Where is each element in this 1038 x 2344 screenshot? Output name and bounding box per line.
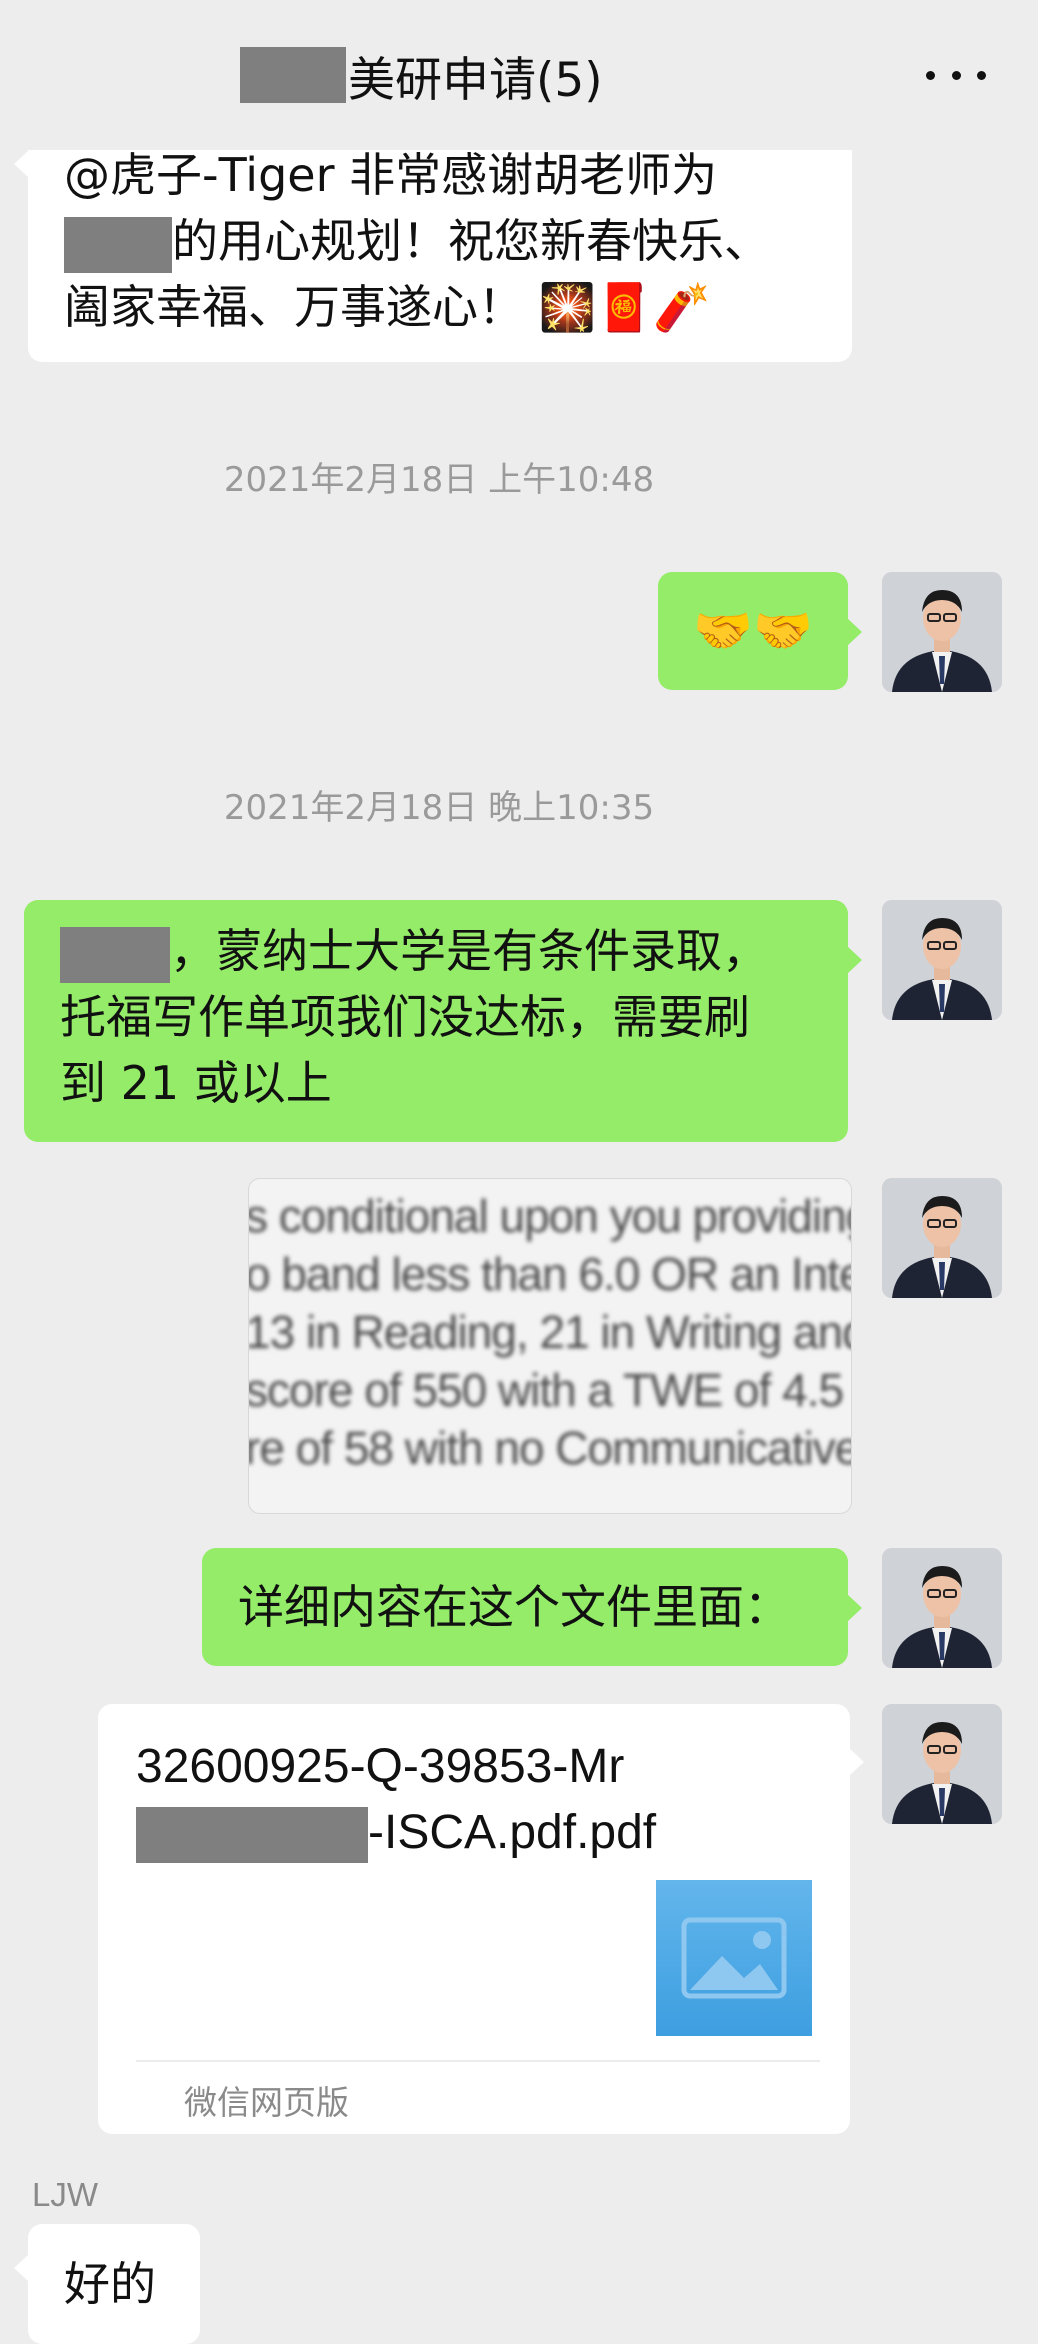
chat-title: 美研申请(5) xyxy=(240,44,603,108)
image-message[interactable]: s conditional upon you providing o band … xyxy=(248,1178,852,1514)
message-text-line: 托福写作单项我们没达标，需要刷 xyxy=(60,990,750,1044)
chat-header: 美研申请(5) xyxy=(0,0,1038,150)
festive-emoji: 🎇🧧🧨 xyxy=(538,280,711,334)
message-bubble-incoming[interactable]: @虎子-Tiger 非常感谢胡老师为 的用心规划！祝您新春快乐、 阖家幸福、万事… xyxy=(14,120,852,362)
message-text: 好的 xyxy=(64,2257,156,2311)
message-bubble-incoming[interactable]: 好的 xyxy=(14,2224,200,2344)
file-source-label: 微信网页版 xyxy=(184,2083,349,2122)
file-message-card[interactable]: 32600925-Q-39853-Mr -ISCA.pdf.pdf 微信网页版 xyxy=(98,1704,864,2134)
avatar[interactable] xyxy=(882,1178,1002,1298)
image-text-line: 13 in Reading, 21 in Writing and xyxy=(248,1306,852,1358)
message-text-line: 到 21 或以上 xyxy=(60,1056,332,1110)
avatar[interactable] xyxy=(882,900,1002,1020)
image-text-line: re of 58 with no Communicative xyxy=(248,1422,852,1474)
redacted-name xyxy=(240,47,346,103)
message-text: 详细内容在这个文件里面： xyxy=(238,1580,790,1634)
message-bubble-outgoing[interactable]: 🤝🤝 xyxy=(658,572,862,690)
image-file-icon xyxy=(656,1880,812,2036)
message-text-line: ，蒙纳士大学是有条件录取， xyxy=(60,918,848,984)
image-text-line: s conditional upon you providing xyxy=(248,1190,852,1242)
divider xyxy=(136,2060,820,2062)
message-timestamp: 2021年2月18日 上午10:48 xyxy=(223,460,655,500)
sender-name: LJW xyxy=(32,2176,98,2213)
more-options-icon[interactable] xyxy=(926,50,986,100)
message-timestamp: 2021年2月18日 晚上10:35 xyxy=(223,788,655,828)
chat-title-text: 美研申请(5) xyxy=(348,52,603,108)
redacted-name xyxy=(136,1807,368,1864)
message-bubble-outgoing[interactable]: 详细内容在这个文件里面： xyxy=(202,1548,862,1666)
message-text-line: 的用心规划！祝您新春快乐、 xyxy=(64,208,852,274)
redacted-name xyxy=(60,926,170,983)
avatar[interactable] xyxy=(882,1704,1002,1824)
avatar[interactable] xyxy=(882,572,1002,692)
image-text-line: score of 550 with a TWE of 4.5 xyxy=(248,1364,844,1416)
message-text-line: 阖家幸福、万事遂心！ 🎇🧧🧨 xyxy=(64,280,711,334)
message-bubble-outgoing[interactable]: ，蒙纳士大学是有条件录取， 托福写作单项我们没达标，需要刷 到 21 或以上 xyxy=(24,900,862,1142)
avatar[interactable] xyxy=(882,1548,1002,1668)
redacted-name xyxy=(64,216,172,273)
handshake-emoji: 🤝🤝 xyxy=(693,603,813,659)
image-text-line: o band less than 6.0 OR an Inter xyxy=(248,1248,852,1300)
file-name: 32600925-Q-39853-Mr -ISCA.pdf.pdf xyxy=(136,1734,696,1866)
message-text-line: @虎子-Tiger 非常感谢胡老师为 xyxy=(64,148,718,202)
